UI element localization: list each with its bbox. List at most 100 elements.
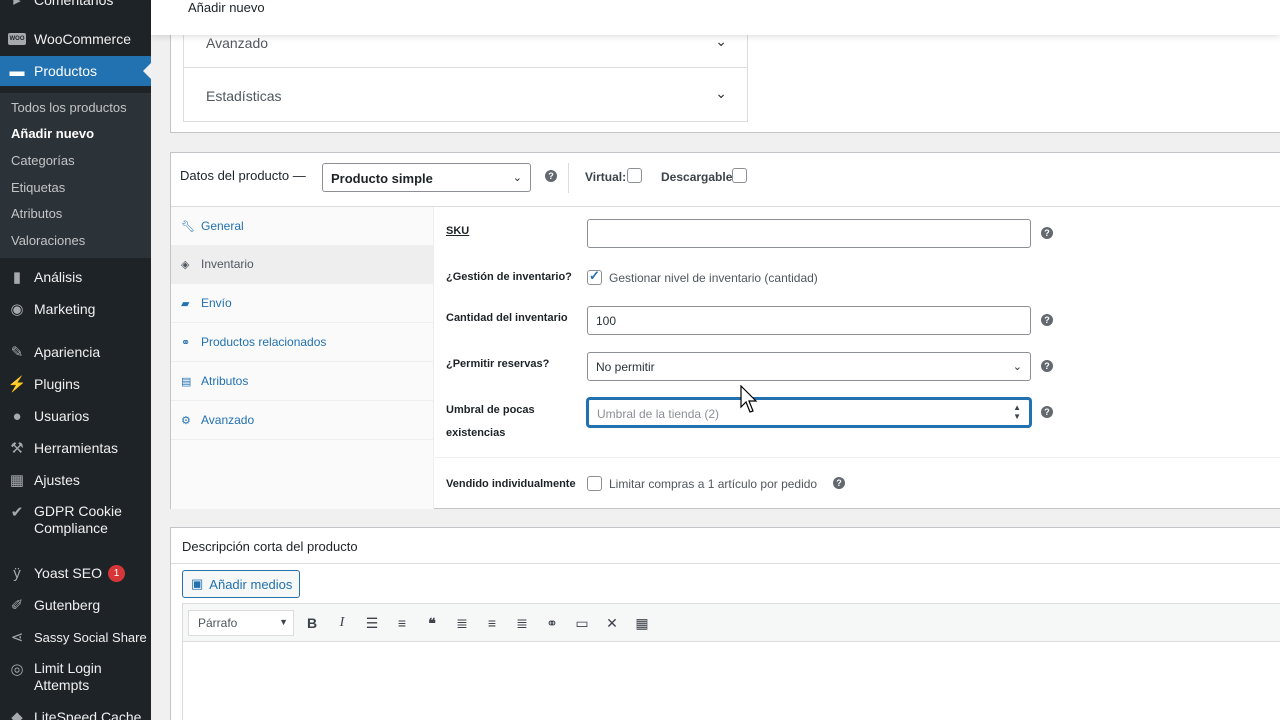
submenu-atributos[interactable]: Atributos xyxy=(11,206,62,221)
link-icon[interactable]: ⚭ xyxy=(541,613,563,633)
product-data-panel: Datos del producto — Producto simple ⌄ ?… xyxy=(170,152,1280,509)
help-icon[interactable]: ? xyxy=(1041,227,1053,239)
sidebar-item-gdpr[interactable]: ✔ GDPR Cookie Compliance xyxy=(0,503,151,541)
litespeed-icon: ◆ xyxy=(11,709,23,720)
tab-envio[interactable]: ▰ Envío xyxy=(171,284,434,323)
mouse-cursor-icon xyxy=(740,385,758,413)
product-type-select[interactable]: Producto simple ⌄ xyxy=(322,163,531,192)
sidebar-item-limit-login[interactable]: ◎ Limit Login Attempts xyxy=(0,660,151,698)
toolbar-toggle-icon[interactable]: ▦ xyxy=(631,613,653,633)
number-spinner[interactable]: ▲ ▼ xyxy=(1013,403,1021,421)
sidebar-item-sassy[interactable]: ⋖ Sassy Social Share xyxy=(0,624,151,650)
add-media-button[interactable]: ▣ Añadir medios xyxy=(182,570,300,598)
submenu-anadir-nuevo[interactable]: Añadir nuevo xyxy=(11,126,94,141)
low-stock-input[interactable]: Umbral de la tienda (2) ▲ ▼ xyxy=(587,398,1031,427)
sidebar-item-marketing[interactable]: ◉ Marketing xyxy=(0,296,151,322)
sidebar-item-litespeed[interactable]: ◆ LiteSpeed Cache xyxy=(0,706,151,720)
tag-icon: ◈ xyxy=(181,258,190,271)
divider xyxy=(568,163,569,193)
numbered-list-icon[interactable]: ≡ xyxy=(391,613,413,633)
align-left-icon[interactable]: ≣ xyxy=(451,613,473,633)
truck-icon: ▰ xyxy=(181,297,190,310)
submenu-etiquetas[interactable]: Etiquetas xyxy=(11,180,65,195)
sidebar-item-woocommerce[interactable]: WOO WooCommerce xyxy=(0,26,151,52)
editor-toolbar: Párrafo ▼ B I ☰ ≡ ❝ ≣ ≡ ≣ ⚭ ▭ ✕ ▦ xyxy=(183,604,1280,642)
sidebar-item-yoast[interactable]: ÿ Yoast SEO 1 xyxy=(0,560,151,586)
manage-stock-label: ¿Gestión de inventario? xyxy=(446,271,572,283)
italic-icon[interactable]: I xyxy=(331,613,353,633)
sidebar-item-comentarios[interactable]: ▸ Comentarios xyxy=(0,0,151,9)
link-icon: ⚭ xyxy=(181,336,191,349)
chevron-down-icon: ⌄ xyxy=(715,33,727,49)
chevron-down-icon: ⌄ xyxy=(512,172,522,184)
tab-inventario[interactable]: ◈ Inventario xyxy=(171,245,434,284)
plugin-icon: ⚡ xyxy=(7,376,27,393)
admin-sidebar: ▸ Comentarios WOO WooCommerce ▬ Producto… xyxy=(0,0,151,720)
wrench-icon: ⚒ xyxy=(10,440,24,457)
product-data-header: Datos del producto — Producto simple ⌄ ?… xyxy=(171,153,1280,207)
tab-atributos[interactable]: ▤ Atributos xyxy=(171,362,434,401)
users-icon: ● xyxy=(12,407,22,425)
sold-individually-label: Vendido individualmente xyxy=(446,478,576,490)
gear-icon: ⚙ xyxy=(181,414,191,427)
settings-icon: ▦ xyxy=(9,472,25,489)
submenu-categorias[interactable]: Categorías xyxy=(11,153,75,168)
submenu-valoraciones[interactable]: Valoraciones xyxy=(11,233,85,248)
backorders-select[interactable]: No permitir ⌄ xyxy=(587,352,1031,381)
sidebar-item-analisis[interactable]: ▮ Análisis xyxy=(0,264,151,290)
tab-productos-relacionados[interactable]: ⚭ Productos relacionados xyxy=(171,323,434,362)
sidebar-item-gutenberg[interactable]: ✐ Gutenberg xyxy=(0,592,151,618)
fingerprint-icon: ◎ xyxy=(10,661,24,678)
virtual-checkbox[interactable] xyxy=(627,168,642,183)
product-data-title: Datos del producto — xyxy=(180,168,306,183)
manage-stock-checkbox[interactable] xyxy=(587,268,602,285)
archive-icon: ▬ xyxy=(9,62,25,80)
submenu-todos-productos[interactable]: Todos los productos xyxy=(11,100,127,115)
sidebar-item-ajustes[interactable]: ▦ Ajustes xyxy=(0,467,151,493)
sidebar-item-plugins[interactable]: ⚡ Plugins xyxy=(0,371,151,397)
align-right-icon[interactable]: ≣ xyxy=(511,613,533,633)
list-icon: ▤ xyxy=(181,375,192,388)
sku-input[interactable] xyxy=(587,219,1031,248)
tab-avanzado[interactable]: ⚙ Avanzado xyxy=(171,401,434,440)
bar-chart-icon: ▮ xyxy=(12,269,22,286)
media-icon: ▣ xyxy=(191,576,204,591)
help-icon[interactable]: ? xyxy=(545,170,557,182)
help-icon[interactable]: ? xyxy=(1041,360,1053,372)
fullscreen-icon[interactable]: ✕ xyxy=(601,613,623,633)
bullet-list-icon[interactable]: ☰ xyxy=(361,613,383,633)
align-center-icon[interactable]: ≡ xyxy=(481,613,503,633)
chevron-down-icon: ⌄ xyxy=(715,85,727,101)
upper-panel: Avanzado ⌄ Estadísticas ⌄ xyxy=(170,20,1280,133)
page-header: Añadir nuevo xyxy=(151,0,1280,35)
read-more-icon[interactable]: ▭ xyxy=(571,613,593,633)
stock-qty-input[interactable]: 100 xyxy=(587,306,1031,335)
comments-icon: ▸ xyxy=(13,0,21,9)
pencil-icon: ✐ xyxy=(10,597,24,614)
divider xyxy=(171,563,1280,564)
sold-individually-checkbox[interactable] xyxy=(587,476,602,491)
blockquote-icon[interactable]: ❝ xyxy=(421,613,443,633)
share-icon: ⋖ xyxy=(10,629,24,646)
chevron-down-icon: ⌄ xyxy=(1012,361,1022,373)
accordion-estadisticas[interactable]: Estadísticas ⌄ xyxy=(183,67,748,122)
paintbrush-icon: ✎ xyxy=(10,344,24,361)
help-icon[interactable]: ? xyxy=(1041,314,1053,326)
stock-qty-label: Cantidad del inventario xyxy=(446,312,568,324)
downloadable-checkbox[interactable] xyxy=(732,168,747,183)
format-select[interactable]: Párrafo ▼ xyxy=(188,610,294,636)
sidebar-item-productos[interactable]: ▬ Productos xyxy=(0,56,151,86)
wrench-icon: 🔧︎ xyxy=(181,220,195,233)
bold-icon[interactable]: B xyxy=(301,613,323,633)
short-description-editor[interactable]: Párrafo ▼ B I ☰ ≡ ❝ ≣ ≡ ≣ ⚭ ▭ ✕ ▦ xyxy=(182,603,1280,720)
sidebar-item-apariencia[interactable]: ✎ Apariencia xyxy=(0,339,151,365)
notification-badge: 1 xyxy=(107,564,125,582)
page-title: Añadir nuevo xyxy=(188,0,265,15)
sidebar-item-herramientas[interactable]: ⚒ Herramientas xyxy=(0,435,151,461)
help-icon[interactable]: ? xyxy=(1041,406,1053,418)
sidebar-item-usuarios[interactable]: ● Usuarios xyxy=(0,403,151,429)
megaphone-icon: ◉ xyxy=(10,301,24,318)
divider xyxy=(435,457,1280,458)
help-icon[interactable]: ? xyxy=(833,477,845,489)
tab-general[interactable]: 🔧︎ General xyxy=(171,207,434,246)
